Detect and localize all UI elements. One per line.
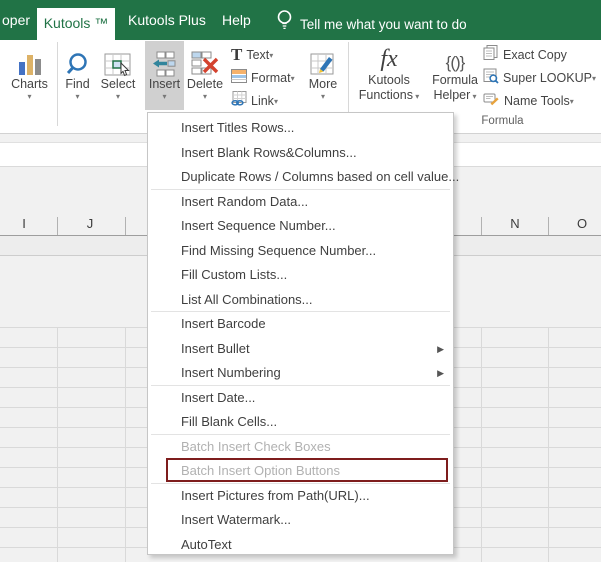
formula-helper-button[interactable]: {()} Formula Helper [427, 41, 483, 110]
super-lookup-button[interactable]: Super LOOKUP [483, 68, 596, 88]
link-button[interactable]: Link [231, 91, 278, 111]
column-header-o[interactable]: O [558, 211, 601, 235]
menu-item-fill-custom-lists[interactable]: Fill Custom Lists... [148, 263, 453, 287]
menu-item-insert-bullet[interactable]: Insert Bullet [148, 337, 453, 361]
grid-column-line [57, 327, 58, 562]
charts-button[interactable]: Charts [3, 41, 56, 110]
charts-icon [3, 41, 56, 77]
format-button[interactable]: Format [231, 68, 295, 88]
column-header-n[interactable]: N [491, 211, 539, 235]
header-divider [57, 217, 58, 235]
tell-me-box[interactable]: Tell me what you want to do [276, 8, 467, 37]
copy-icon [483, 45, 499, 65]
menu-item-insert-pictures-from-path[interactable]: Insert Pictures from Path(URL)... [148, 484, 453, 508]
search-icon [59, 41, 96, 77]
delete-cells-icon [184, 41, 226, 77]
tab-developer-partial[interactable]: oper [2, 12, 30, 28]
menu-item-insert-numbering[interactable]: 123 Insert Numbering [148, 361, 453, 385]
delete-button[interactable]: Delete [184, 41, 226, 110]
menu-item-insert-barcode[interactable]: Insert Barcode [148, 312, 453, 336]
menu-item-fill-blank-cells[interactable]: Fill Blank Cells... [148, 410, 453, 434]
ribbon-group-separator [57, 42, 58, 126]
annotation-highlight-box [166, 458, 448, 482]
submenu-arrow-icon [437, 361, 444, 385]
menu-item-autotext[interactable]: AutoText [148, 533, 453, 557]
select-cells-icon [96, 41, 140, 77]
submenu-arrow-icon [437, 337, 444, 361]
menu-item-duplicate-rows-columns[interactable]: Duplicate Rows / Columns based on cell v… [148, 165, 459, 189]
ribbon-tab-bar: oper Kutools ™ Kutools Plus Help Tell me… [0, 0, 601, 40]
more-button[interactable]: More [301, 41, 345, 110]
name-tools-icon [483, 92, 500, 111]
header-divider [125, 217, 126, 235]
header-divider [548, 217, 549, 235]
find-button[interactable]: Find [59, 41, 96, 110]
menu-item-insert-sequence-number[interactable]: Insert Sequence Number... [148, 214, 453, 238]
menu-item-insert-date[interactable]: Insert Date... [148, 386, 453, 410]
grid-column-line [481, 327, 482, 562]
fx-icon: fx [380, 46, 398, 72]
menu-item-insert-watermark[interactable]: A Insert Watermark... [148, 508, 453, 532]
menu-item-insert-titles-rows[interactable]: Insert Titles Rows... [148, 116, 453, 140]
menu-item-insert-blank-rows-columns[interactable]: Insert Blank Rows&Columns... [148, 141, 453, 165]
format-table-icon [231, 68, 247, 88]
insert-dropdown-menu: Insert Titles Rows... Insert Blank Rows&… [147, 112, 459, 557]
menu-item-batch-insert-check-boxes: Batch Insert Check Boxes [181, 439, 331, 454]
ribbon-group-label-formula: Formula [481, 115, 524, 127]
tab-kutools-plus[interactable]: Kutools Plus [128, 12, 206, 28]
menu-item-list-all-combinations[interactable]: List All Combinations... [148, 288, 453, 312]
grid-column-line [548, 327, 549, 562]
text-button[interactable]: T Text [231, 45, 273, 65]
excel-window: oper Kutools ™ Kutools Plus Help Tell me… [0, 0, 601, 562]
column-header-j[interactable]: J [66, 211, 114, 235]
more-edit-icon [301, 41, 345, 77]
insert-button[interactable]: Insert [145, 41, 184, 110]
braces-icon: {()} [445, 53, 466, 72]
kutools-functions-button[interactable]: fx Kutools Functions [352, 41, 426, 110]
tab-help[interactable]: Help [222, 12, 251, 28]
menu-item-insert-random-data[interactable]: Insert Random Data... [148, 190, 453, 214]
header-divider [481, 217, 482, 235]
link-icon [231, 91, 247, 111]
exact-copy-button[interactable]: Exact Copy [483, 45, 567, 65]
name-tools-button[interactable]: Name Tools [483, 91, 574, 111]
column-header-i[interactable]: I [0, 211, 48, 235]
tab-kutools-active[interactable]: Kutools ™ [37, 8, 115, 40]
lookup-icon [483, 68, 499, 89]
insert-cells-icon [145, 41, 184, 77]
grid-column-line [125, 327, 126, 562]
select-button[interactable]: Select [96, 41, 140, 110]
tell-me-label: Tell me what you want to do [300, 16, 467, 32]
lightbulb-icon [276, 8, 293, 37]
menu-item-find-missing-sequence-number[interactable]: Find Missing Sequence Number... [148, 239, 453, 263]
text-icon: T [231, 45, 243, 64]
